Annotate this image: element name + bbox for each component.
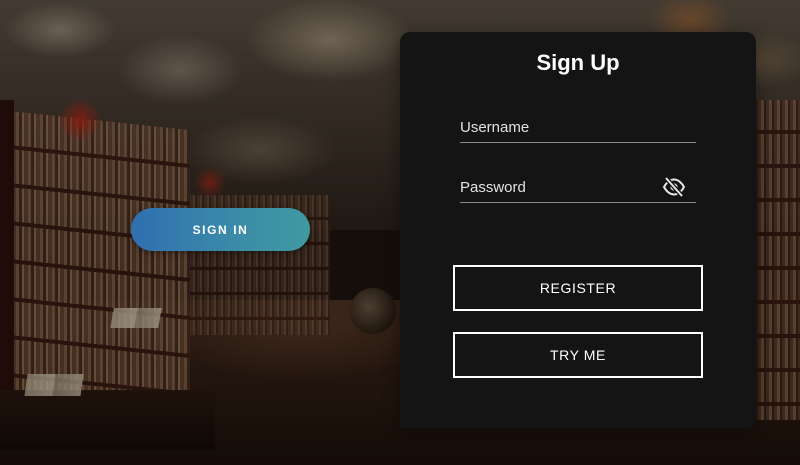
eye-off-icon[interactable] bbox=[662, 176, 686, 198]
panel-title: Sign Up bbox=[536, 50, 620, 75]
password-field-container bbox=[460, 174, 696, 203]
username-input[interactable] bbox=[460, 114, 660, 140]
register-button[interactable]: REGISTER bbox=[453, 265, 703, 311]
sign-in-button[interactable]: SIGN IN bbox=[131, 208, 310, 251]
sign-up-panel: Sign Up REGISTER TRY ME bbox=[400, 32, 756, 428]
password-input[interactable] bbox=[460, 174, 660, 200]
username-field-container bbox=[460, 114, 696, 143]
try-me-button[interactable]: TRY ME bbox=[453, 332, 703, 378]
page: SIGN IN Sign Up REGISTER TRY ME bbox=[0, 0, 800, 465]
